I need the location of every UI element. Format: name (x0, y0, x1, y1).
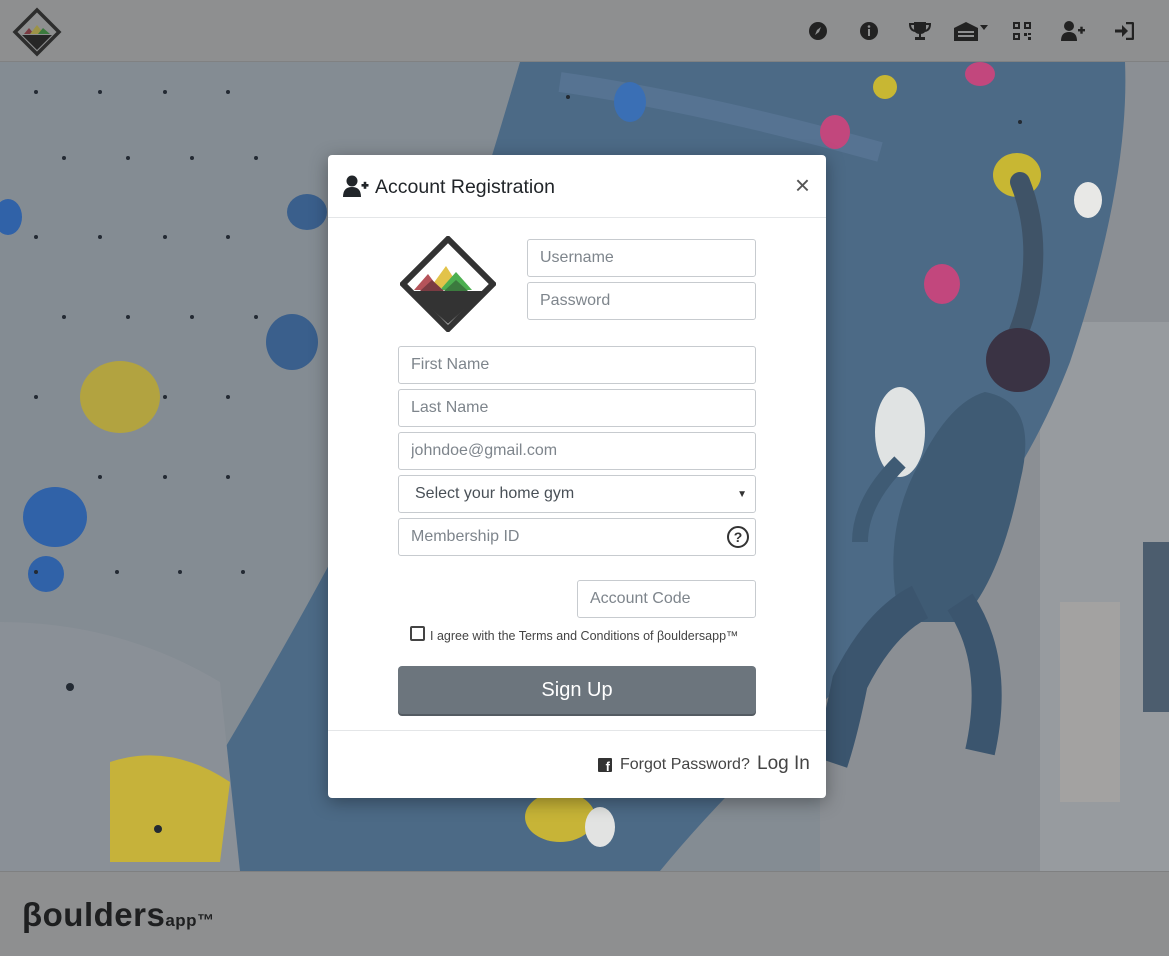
terms-checkbox[interactable] (410, 625, 425, 641)
home-gym-select[interactable]: Select your home gym ▼ (398, 475, 756, 513)
gym-dropdown-icon[interactable] (945, 16, 996, 46)
modal-title: Account Registration (375, 176, 555, 198)
brand-wordmark: βouldersapp™ (22, 896, 215, 934)
qr-code-icon[interactable] (996, 16, 1047, 46)
nav-icon-group (792, 16, 1149, 46)
email-input[interactable] (411, 442, 743, 460)
forgot-password-link[interactable]: Forgot Password? (620, 756, 750, 774)
last-name-field[interactable] (398, 389, 756, 427)
modal-footer: f Forgot Password? Log In (328, 730, 826, 798)
compass-icon[interactable] (792, 16, 843, 46)
registration-modal: Account Registration × Select your home … (328, 155, 826, 798)
boulders-logo-icon (400, 236, 496, 332)
email-field[interactable] (398, 432, 756, 470)
sign-in-icon[interactable] (1098, 16, 1149, 46)
home-gym-selected-value: Select your home gym (415, 485, 575, 502)
user-plus-icon (343, 175, 369, 197)
terms-agreement: I agree with the Terms and Conditions of… (410, 625, 739, 643)
username-field[interactable] (527, 239, 756, 277)
facebook-icon[interactable]: f (598, 758, 612, 773)
account-code-field[interactable] (577, 580, 756, 618)
membership-id-field[interactable]: ? (398, 518, 756, 556)
question-circle-icon[interactable]: ? (727, 526, 749, 548)
first-name-field[interactable] (398, 346, 756, 384)
modal-header: Account Registration × (328, 155, 826, 218)
info-icon[interactable] (843, 16, 894, 46)
brand-main-text: βoulders (22, 896, 166, 933)
password-input[interactable] (540, 292, 743, 310)
user-plus-icon[interactable] (1047, 16, 1098, 46)
top-navbar (0, 0, 1169, 62)
brand-sub-text: app™ (165, 911, 215, 930)
membership-id-input[interactable] (411, 528, 727, 546)
first-name-input[interactable] (411, 356, 743, 374)
terms-label: I agree with the Terms and Conditions of… (430, 629, 739, 643)
password-field[interactable] (527, 282, 756, 320)
close-button[interactable]: × (795, 172, 810, 198)
sign-up-button[interactable]: Sign Up (398, 666, 756, 714)
app-logo-icon[interactable] (12, 7, 62, 57)
chevron-down-icon: ▼ (737, 488, 747, 500)
account-code-input[interactable] (590, 590, 743, 608)
log-in-link[interactable]: Log In (757, 753, 810, 775)
page-footer: βouldersapp™ (0, 871, 1169, 956)
username-input[interactable] (540, 249, 743, 267)
last-name-input[interactable] (411, 399, 743, 417)
trophy-icon[interactable] (894, 16, 945, 46)
